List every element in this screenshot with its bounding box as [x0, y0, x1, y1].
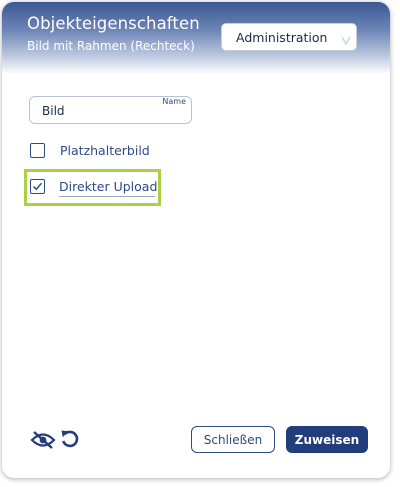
option-direct-upload[interactable]: Direkter Upload: [29, 178, 157, 196]
dialog-title: Objekteigenschaften: [27, 14, 200, 33]
dialog-subtitle: Bild mit Rahmen (Rechteck): [27, 39, 195, 53]
close-button[interactable]: Schließen: [191, 426, 275, 453]
dialog-header: Objekteigenschaften Bild mit Rahmen (Rec…: [2, 2, 390, 74]
name-field-label: Name: [162, 97, 186, 106]
direct-upload-checkbox[interactable]: [30, 179, 45, 194]
role-select-value: Administration: [236, 30, 328, 45]
option-placeholder-image[interactable]: Platzhalterbild: [29, 142, 159, 160]
name-field[interactable]: Name: [29, 96, 192, 124]
role-select[interactable]: Administration: [221, 23, 357, 51]
direct-upload-underline: [59, 196, 155, 197]
checkmark-icon: [32, 182, 43, 191]
placeholder-image-label: Platzhalterbild: [60, 143, 150, 158]
assign-button[interactable]: Zuweisen: [286, 426, 368, 453]
placeholder-image-checkbox[interactable]: [30, 143, 45, 158]
eye-slash-icon[interactable]: [30, 430, 56, 454]
undo-icon[interactable]: [59, 428, 81, 454]
direct-upload-label: Direkter Upload: [59, 179, 158, 194]
object-properties-dialog: Objekteigenschaften Bild mit Rahmen (Rec…: [2, 2, 390, 478]
name-input[interactable]: [42, 103, 162, 119]
chevron-down-icon: [340, 31, 352, 46]
